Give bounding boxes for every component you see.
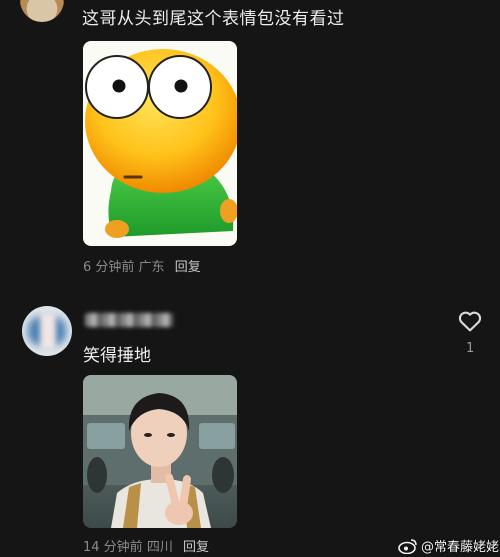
watermark-text: @常春藤姥姥 [421, 540, 500, 555]
comment-time: 14 分钟前 [83, 540, 143, 555]
watermark: @常春藤姥姥 [398, 536, 499, 555]
weibo-icon [398, 538, 417, 554]
yellow-face-sticker-icon [85, 49, 237, 238]
username-blurred[interactable] [85, 313, 173, 327]
heart-outline-icon[interactable] [456, 307, 484, 335]
peace-sign-photo-icon [83, 375, 237, 528]
avatar[interactable] [20, 0, 64, 22]
like-count: 1 [466, 341, 475, 356]
comment-location: 广东 [138, 260, 165, 275]
reply-button[interactable]: 回复 [175, 260, 201, 275]
comment-text: 笑得捶地 [83, 346, 151, 366]
comment-meta: 6 分钟前 广东 回复 [83, 256, 201, 275]
comment-meta: 14 分钟前 四川 回复 [83, 536, 209, 555]
avatar[interactable] [22, 306, 72, 356]
comment-photo-image[interactable] [83, 375, 237, 528]
comment-location: 四川 [146, 540, 173, 555]
comment-text: 这哥从头到尾这个表情包没有看过 [82, 9, 345, 29]
emoji-sticker-image[interactable] [83, 41, 237, 246]
comment-time: 6 分钟前 [83, 260, 135, 275]
reply-button[interactable]: 回复 [183, 540, 209, 555]
